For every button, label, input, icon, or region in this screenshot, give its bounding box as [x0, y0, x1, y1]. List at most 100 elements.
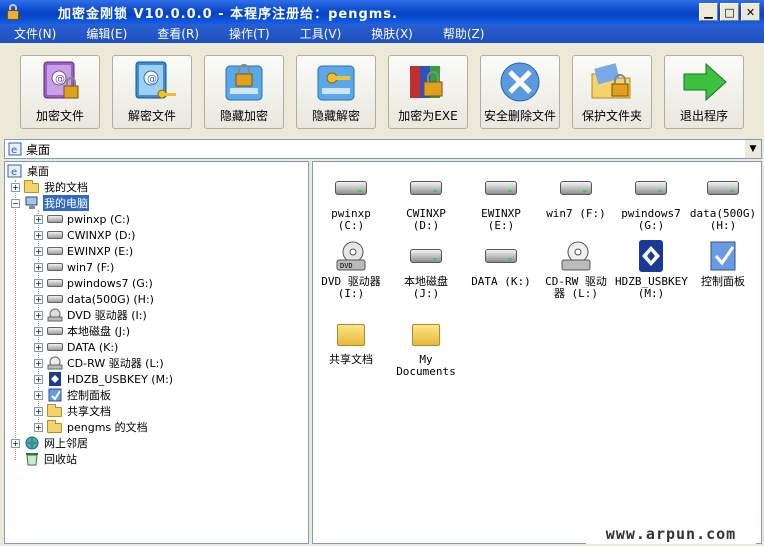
control-panel-item[interactable]: 控制面板 — [687, 240, 759, 288]
hard-drive-icon — [705, 172, 741, 204]
hide-decrypt-button[interactable]: 隐藏解密 — [296, 55, 376, 129]
svg-text:e: e — [11, 145, 17, 156]
tree-item-drive-m[interactable]: + HDZB_USBKEY (M:) — [34, 371, 174, 387]
secure-delete-button[interactable]: 安全删除文件 — [480, 55, 560, 129]
hard-drive-icon — [333, 172, 369, 204]
hard-drive-icon — [47, 244, 63, 258]
tree-item-drive-c[interactable]: + pwinxp (C:) — [34, 211, 131, 227]
control-panel-icon — [705, 240, 741, 272]
expand-toggle[interactable]: + — [34, 422, 43, 432]
menu-skin[interactable]: 换肤(X) — [371, 25, 413, 42]
menu-help[interactable]: 帮助(Z) — [443, 25, 485, 42]
expand-toggle[interactable]: + — [34, 246, 43, 256]
drive-g-item[interactable]: pwindows7 (G:) — [615, 172, 687, 232]
address-dropdown-button[interactable]: ▼ — [745, 140, 761, 158]
hide-encrypt-button[interactable]: 隐藏加密 — [204, 55, 284, 129]
hard-drive-icon — [408, 240, 444, 272]
expand-toggle[interactable]: + — [34, 278, 43, 288]
drive-e-item[interactable]: EWINXP (E:) — [465, 172, 537, 232]
expand-toggle[interactable]: + — [34, 390, 43, 400]
menu-action[interactable]: 操作(T) — [229, 25, 270, 42]
tree-item-drive-i[interactable]: + DVD 驱动器 (I:) — [34, 307, 148, 323]
maximize-button[interactable]: □ — [720, 3, 739, 21]
drive-i-item[interactable]: DVD DVD 驱动器 (I:) — [315, 240, 387, 300]
folder-icon — [333, 318, 369, 350]
drive-l-item[interactable]: CD-RW 驱动器 (L:) — [540, 240, 612, 300]
address-bar[interactable]: e 桌面 ▼ — [4, 139, 762, 159]
tree-item-user-docs[interactable]: + pengms 的文档 — [34, 419, 149, 435]
hard-drive-icon — [47, 340, 63, 354]
exit-arrow-icon — [678, 60, 730, 104]
expand-toggle[interactable]: + — [34, 214, 43, 224]
hard-drive-icon — [47, 292, 63, 306]
menu-file[interactable]: 文件(N) — [14, 25, 56, 42]
svg-text:DVD: DVD — [340, 262, 353, 270]
expand-toggle[interactable]: + — [34, 342, 43, 352]
encrypt-file-button[interactable]: @ 加密文件 — [20, 55, 100, 129]
minimize-button[interactable]: ▁ — [699, 3, 718, 21]
desktop-icon: e — [7, 164, 23, 178]
tree-item-desktop[interactable]: e 桌面 — [7, 163, 50, 179]
drive-k-item[interactable]: DATA (K:) — [465, 240, 537, 288]
exit-button[interactable]: 退出程序 — [664, 55, 744, 129]
decrypt-file-button[interactable]: @ 解密文件 — [112, 55, 192, 129]
tree-item-drive-h[interactable]: + data(500G) (H:) — [34, 291, 155, 307]
hide-encrypt-label: 隐藏加密 — [219, 109, 268, 123]
encrypt-to-exe-button[interactable]: 加密为EXE — [388, 55, 468, 129]
expand-toggle[interactable]: + — [11, 182, 20, 192]
encrypt-file-label: 加密文件 — [35, 109, 84, 123]
expand-toggle[interactable]: + — [34, 326, 43, 336]
file-view: pwinxp (C:) CWINXP (D:) EWINXP (E:) win7… — [312, 161, 762, 544]
drive-f-item[interactable]: win7 (F:) — [540, 172, 612, 220]
expand-toggle[interactable]: + — [34, 294, 43, 304]
delete-x-icon — [494, 60, 546, 104]
menu-tools[interactable]: 工具(V) — [300, 25, 342, 42]
tree-item-shared-docs[interactable]: + 共享文档 — [34, 403, 112, 419]
hard-drive-icon — [558, 172, 594, 204]
tree-item-control-panel[interactable]: + 控制面板 — [34, 387, 112, 403]
folder-lock-icon — [586, 60, 638, 104]
toolbar: @ 加密文件 @ 解密文件 隐藏加密 隐藏解密 加密为EXE 安全删除文件 保护… — [0, 43, 764, 137]
usb-key-icon — [633, 240, 669, 272]
desktop-icon: e — [8, 142, 22, 156]
tree-item-my-documents[interactable]: + 我的文档 — [11, 179, 89, 195]
expand-toggle[interactable]: + — [34, 310, 43, 320]
drive-h-item[interactable]: data(500G) (H:) — [687, 172, 759, 232]
tree-item-drive-g[interactable]: + pwindows7 (G:) — [34, 275, 154, 291]
my-documents-item[interactable]: My Documents — [390, 318, 462, 378]
tree-item-drive-k[interactable]: + DATA (K:) — [34, 339, 119, 355]
hard-drive-icon — [408, 172, 444, 204]
network-icon — [24, 436, 40, 450]
hard-drive-icon — [47, 212, 63, 226]
tree-item-drive-l[interactable]: + CD-RW 驱动器 (L:) — [34, 355, 165, 371]
protect-folder-button[interactable]: 保护文件夹 — [572, 55, 652, 129]
expand-toggle[interactable]: + — [34, 406, 43, 416]
expand-toggle[interactable]: + — [34, 262, 43, 272]
drive-d-item[interactable]: CWINXP (D:) — [390, 172, 462, 232]
expand-toggle[interactable]: + — [34, 230, 43, 240]
folder-tree: e 桌面 + 我的文档 − 我的电脑 + pwinxp (C:) + CWINXP … — [4, 161, 309, 544]
tree-item-recycle-bin[interactable]: 回收站 — [24, 451, 78, 467]
drive-c-item[interactable]: pwinxp (C:) — [315, 172, 387, 232]
menu-view[interactable]: 查看(R) — [157, 25, 199, 42]
window-title: 加密金刚锁 V10.0.0.0 - 本程序注册给：pengms. — [58, 6, 398, 22]
decrypt-file-label: 解密文件 — [127, 109, 176, 123]
tree-item-drive-f[interactable]: + win7 (F:) — [34, 259, 115, 275]
shared-docs-item[interactable]: 共享文档 — [315, 318, 387, 366]
encrypt-to-exe-label: 加密为EXE — [398, 109, 458, 123]
folder-icon — [408, 318, 444, 350]
menu-edit[interactable]: 编辑(E) — [86, 25, 127, 42]
expand-toggle[interactable]: + — [34, 358, 43, 368]
expand-toggle[interactable]: + — [34, 374, 43, 384]
drive-j-item[interactable]: 本地磁盘 (J:) — [390, 240, 462, 300]
cd-drive-icon — [558, 240, 594, 272]
drive-m-item[interactable]: HDZB_USBKEY (M:) — [615, 240, 688, 300]
tree-item-my-computer[interactable]: − 我的电脑 — [11, 195, 89, 211]
collapse-toggle[interactable]: − — [11, 198, 20, 208]
expand-toggle[interactable]: + — [11, 438, 20, 448]
tree-item-drive-d[interactable]: + CWINXP (D:) — [34, 227, 136, 243]
tree-item-drive-e[interactable]: + EWINXP (E:) — [34, 243, 134, 259]
close-button[interactable]: ✕ — [741, 3, 760, 21]
tree-item-network[interactable]: + 网上邻居 — [11, 435, 89, 451]
tree-item-drive-j[interactable]: + 本地磁盘 (J:) — [34, 323, 131, 339]
